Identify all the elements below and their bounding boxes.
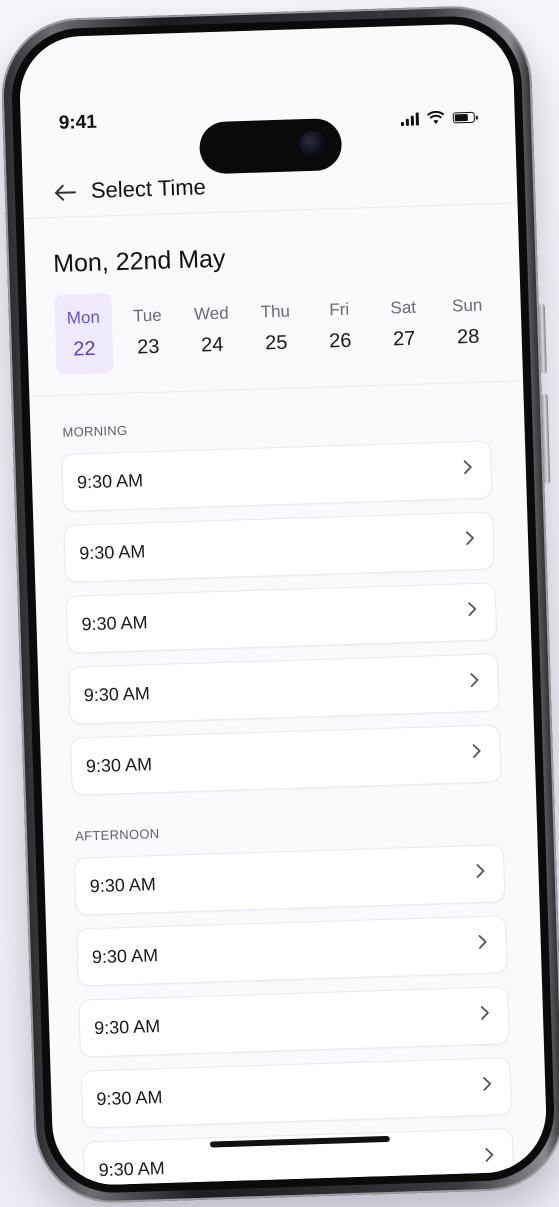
day-name: Wed bbox=[193, 303, 229, 324]
time-slot[interactable]: 9:30 AM bbox=[70, 724, 502, 796]
page-title: Select Time bbox=[90, 174, 207, 203]
day-number: 22 bbox=[72, 337, 96, 361]
phone-frame: 9:41 Select Time Mon, 22nd May Mon 22 Tu… bbox=[0, 3, 559, 1206]
time-slot[interactable]: 9:30 AM bbox=[63, 511, 495, 583]
chevron-right-icon bbox=[471, 743, 482, 764]
day-name: Tue bbox=[132, 305, 162, 326]
selected-date-title: Mon, 22nd May bbox=[52, 244, 226, 279]
status-icons bbox=[400, 110, 475, 127]
chevron-right-icon bbox=[480, 1005, 491, 1026]
time-slot-label: 9:30 AM bbox=[91, 945, 159, 968]
day-name: Sun bbox=[451, 295, 483, 316]
status-time: 9:41 bbox=[58, 111, 98, 134]
time-slot-label: 9:30 AM bbox=[76, 470, 144, 493]
day-number: 24 bbox=[200, 333, 224, 357]
day-fri[interactable]: Fri 26 bbox=[310, 285, 369, 367]
time-slot[interactable]: 9:30 AM bbox=[78, 986, 510, 1058]
day-number: 28 bbox=[456, 325, 480, 349]
time-slot[interactable]: 9:30 AM bbox=[67, 653, 500, 725]
time-slot-label: 9:30 AM bbox=[85, 754, 153, 777]
day-name: Sat bbox=[390, 297, 417, 318]
volume-button bbox=[538, 303, 547, 374]
time-slot[interactable]: 9:30 AM bbox=[76, 915, 508, 987]
chevron-right-icon bbox=[465, 530, 476, 551]
time-slot[interactable]: 9:30 AM bbox=[73, 844, 506, 916]
time-slot[interactable]: 9:30 AM bbox=[82, 1128, 515, 1187]
day-sat[interactable]: Sat 27 bbox=[374, 283, 433, 365]
chevron-right-icon bbox=[477, 934, 488, 955]
day-name: Fri bbox=[329, 299, 350, 320]
time-slot-label: 9:30 AM bbox=[93, 1016, 161, 1039]
power-button bbox=[541, 393, 551, 484]
back-arrow-icon[interactable] bbox=[53, 182, 78, 203]
battery-icon bbox=[452, 111, 475, 123]
day-number: 27 bbox=[392, 327, 416, 351]
section-label-morning: MORNING bbox=[62, 422, 128, 440]
signal-icon bbox=[400, 111, 420, 127]
day-selector: Mon 22 Tue 23 Wed 24 Thu 25 Fri 26 Sat 27 Sun 28 bbox=[54, 281, 499, 385]
day-wed[interactable]: Wed 24 bbox=[182, 289, 241, 371]
day-mon[interactable]: Mon 22 bbox=[54, 293, 114, 375]
time-slot-label: 9:30 AM bbox=[98, 1157, 166, 1181]
day-number: 23 bbox=[136, 335, 160, 359]
time-slot-label: 9:30 AM bbox=[83, 683, 151, 706]
header: Select Time bbox=[21, 142, 518, 219]
day-tue[interactable]: Tue 23 bbox=[118, 291, 177, 373]
day-number: 26 bbox=[328, 329, 352, 353]
day-thu[interactable]: Thu 25 bbox=[246, 287, 305, 369]
time-slot[interactable]: 9:30 AM bbox=[61, 440, 493, 512]
time-slot-label: 9:30 AM bbox=[89, 874, 157, 897]
time-slot[interactable]: 9:30 AM bbox=[65, 582, 498, 654]
time-slot-list: MORNING 9:30 AM 9:30 AM 9:30 AM 9:30 AM 9:30 … bbox=[60, 411, 515, 1187]
day-number: 25 bbox=[264, 331, 288, 355]
chevron-right-icon bbox=[484, 1147, 495, 1168]
day-sun[interactable]: Sun 28 bbox=[438, 281, 497, 363]
wifi-icon bbox=[427, 110, 445, 124]
screen: 9:41 Select Time Mon, 22nd May Mon 22 Tu… bbox=[18, 22, 548, 1187]
time-slot-label: 9:30 AM bbox=[96, 1087, 163, 1110]
chevron-right-icon bbox=[463, 459, 474, 480]
status-bar: 9:41 bbox=[20, 78, 515, 175]
phone-bezel: 9:41 Select Time Mon, 22nd May Mon 22 Tu… bbox=[9, 14, 557, 1195]
time-slot-label: 9:30 AM bbox=[78, 541, 146, 564]
time-slot[interactable]: 9:30 AM bbox=[80, 1057, 513, 1129]
day-name: Thu bbox=[260, 301, 291, 322]
day-name: Mon bbox=[66, 307, 101, 328]
chevron-right-icon bbox=[467, 601, 478, 622]
time-slot-label: 9:30 AM bbox=[81, 612, 148, 635]
chevron-right-icon bbox=[482, 1076, 493, 1097]
chevron-right-icon bbox=[475, 863, 486, 884]
chevron-right-icon bbox=[469, 672, 480, 693]
